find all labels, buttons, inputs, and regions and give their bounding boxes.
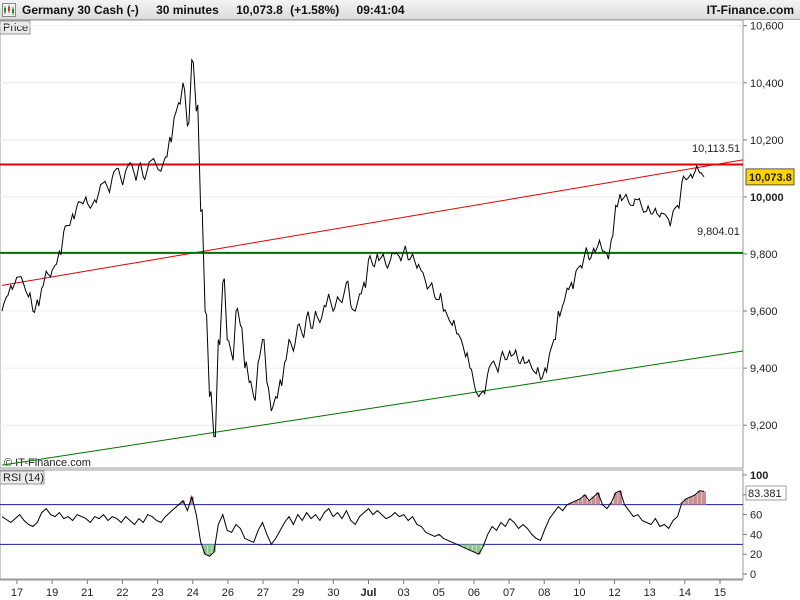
rsi-tick-label: 100 (750, 470, 768, 482)
rsi-tick-label: 40 (750, 529, 762, 541)
resistance-level-label: 10,113.51 (692, 143, 740, 155)
x-tick-label: 21 (81, 587, 93, 599)
x-tick-label: 23 (151, 587, 163, 599)
rsi-value-text: 83.381 (748, 488, 782, 500)
price-axis-labels: 9,200 9,400 9,600 9,800 10,000 10,200 10,400 10… (743, 21, 784, 432)
x-tick-label: Jul (361, 587, 377, 599)
last-price-badge: 10,073.8 (745, 168, 795, 186)
x-tick-label: 24 (187, 587, 199, 599)
brand-label[interactable]: IT-Finance.com (707, 3, 794, 17)
rsi-overbought-fill (702, 491, 706, 505)
chart-canvas[interactable]: Price © IT-Finance.com 9,2009,4009,6009,… (0, 20, 800, 600)
price-panel-label: Price (3, 22, 28, 34)
rsi-tick-label: 60 (750, 510, 762, 522)
price-plot-area[interactable] (0, 20, 744, 469)
rsi-value-badge: 83.381 (745, 485, 787, 501)
price-change: (+1.58%) (290, 3, 340, 17)
last-price-badge-text: 10,073.8 (749, 172, 792, 184)
x-tick-label: 12 (608, 587, 620, 599)
rsi-tick-label: 20 (750, 549, 762, 561)
x-tick-label: 29 (292, 587, 304, 599)
x-tick-label: 08 (538, 587, 550, 599)
rsi-overbought-fill (697, 490, 702, 505)
rsi-overbought-fill (618, 490, 623, 505)
x-tick-label: 17 (11, 587, 23, 599)
price-tick-label: 10,000 (750, 192, 784, 204)
x-tick-label: 06 (468, 587, 480, 599)
chart-candlestick-icon[interactable] (2, 3, 16, 17)
chart-header: Germany 30 Cash (-) 30 minutes 10,073.8 … (0, 0, 800, 20)
rsi-oversold-fill (476, 544, 481, 555)
rsi-tick-label: 0 (750, 569, 756, 581)
instrument-name: Germany 30 Cash (-) (22, 3, 139, 17)
x-tick-label: 10 (573, 587, 585, 599)
x-axis: 17 19 21 22 23 24 26 27 29 30 Jul 03 05 06 07 08 10 12 13 1… (0, 579, 743, 599)
rsi-oversold-fill (472, 544, 477, 553)
x-tick-label: 14 (679, 587, 691, 599)
x-tick-label: 22 (116, 587, 128, 599)
price-tick-label: 10,600 (750, 21, 784, 33)
x-tick-label: 15 (714, 587, 726, 599)
x-tick-label: 05 (433, 587, 445, 599)
price-tick-label: 9,800 (750, 249, 778, 261)
price-tick-label: 10,200 (750, 135, 784, 147)
x-tick-label: 30 (327, 587, 339, 599)
rsi-panel-label: RSI (14) (3, 472, 44, 484)
x-tick-label: 07 (503, 587, 515, 599)
x-tick-label: 27 (257, 587, 269, 599)
interval-label: 30 minutes (156, 3, 219, 17)
last-price-header: 10,073.8 (236, 3, 283, 17)
rsi-overbought-fill (613, 492, 618, 505)
x-tick-label: 13 (644, 587, 656, 599)
price-tick-label: 10,400 (750, 78, 784, 90)
rsi-plot-area[interactable] (0, 469, 744, 580)
support-level-label: 9,804.01 (697, 226, 740, 238)
timestamp: 09:41:04 (356, 3, 405, 17)
price-tick-label: 9,200 (750, 420, 778, 432)
x-tick-label: 19 (46, 587, 58, 599)
chart-title: Germany 30 Cash (-) 30 minutes 10,073.8 … (22, 3, 419, 17)
rsi-overbought-fill (693, 494, 698, 505)
price-tick-label: 9,600 (750, 306, 778, 318)
price-tick-label: 9,400 (750, 363, 778, 375)
x-tick-label: 26 (222, 587, 234, 599)
x-tick-label: 03 (398, 587, 410, 599)
